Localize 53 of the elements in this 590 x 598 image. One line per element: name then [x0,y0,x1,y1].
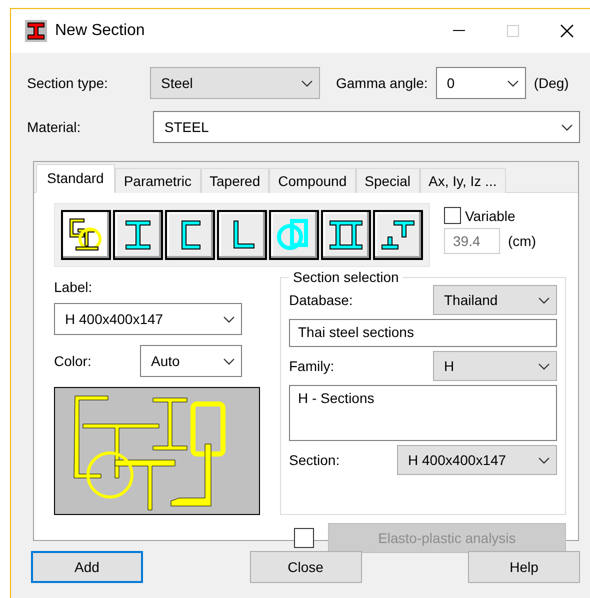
chevron-down-icon [301,80,313,86]
variable-checkbox[interactable] [444,207,461,224]
tab[interactable]: Compound [269,168,356,193]
dropdown[interactable]: Auto [140,345,242,377]
shape-button[interactable] [165,210,215,260]
shape-button[interactable] [61,210,111,260]
field-label: Gamma angle: [336,75,428,91]
field-label: Database: [289,292,353,308]
shape-button[interactable] [373,210,423,260]
i-beam-icon [25,20,47,42]
dropdown[interactable]: H 400x400x147 [54,303,242,335]
dialog-button[interactable]: Close [250,551,362,583]
shape-button[interactable] [217,210,267,260]
dropdown[interactable]: 0 [436,67,526,99]
close-icon [560,24,574,38]
chevron-down-icon [538,296,550,304]
checkbox-label: Variable [465,208,516,224]
minimize-icon [453,30,465,32]
chevron-down-icon [538,456,550,464]
dropdown[interactable]: STEEL [153,111,580,143]
dialog-button[interactable]: Help [468,551,580,583]
tab[interactable]: Tapered [200,168,270,193]
field-label: Label: [54,279,94,295]
unit-label: (cm) [508,233,536,249]
shape-button[interactable] [269,210,319,260]
chevron-down-icon [506,80,519,86]
group-title: Section selection [292,269,400,285]
field-label: Section type: [27,75,109,91]
tab[interactable]: Special [356,168,420,193]
chevron-down-icon [223,316,235,322]
chevron-down-icon [223,358,235,364]
tab[interactable]: Ax, Iy, Iz ... [420,168,506,193]
field-label: Color: [54,353,92,369]
chevron-down-icon [538,362,550,370]
dropdown[interactable]: H 400x400x147 [397,445,557,475]
maximize-icon [507,25,519,37]
window-title: New Section [55,22,146,40]
shapes-icon [68,217,104,253]
shape-button[interactable] [113,210,163,260]
field-label: Material: [27,119,82,135]
unit-label: (Deg) [534,75,569,91]
dropdown[interactable]: H [433,351,557,381]
chevron-down-icon [561,124,573,130]
field-label: Family: [289,358,334,374]
field-label: Section: [289,452,340,468]
dropdown[interactable]: Steel [150,67,320,99]
dialog-button[interactable]: Add [31,551,143,583]
dropdown[interactable]: Thailand [433,285,557,315]
database-name-field: Thai steel sections [289,319,557,347]
family-description-field: H - Sections [289,385,557,441]
tab[interactable]: Parametric [114,168,201,193]
tab[interactable]: Standard [36,164,115,193]
shape-button[interactable] [321,210,371,260]
